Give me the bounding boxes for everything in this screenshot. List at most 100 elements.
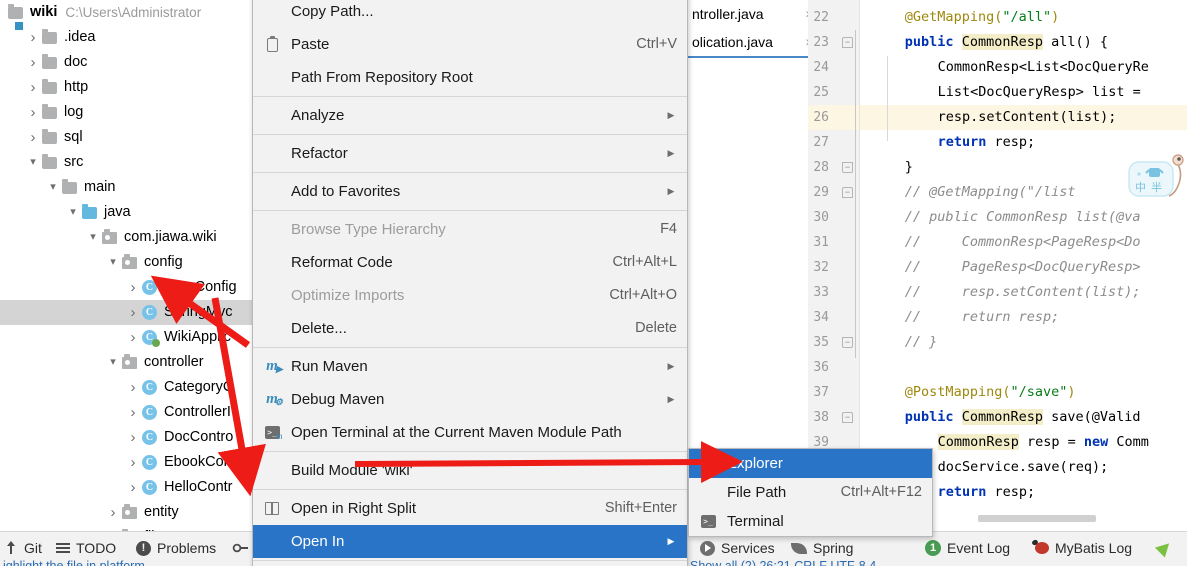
- tree-item-hellocontr[interactable]: › C HelloContr: [0, 475, 252, 500]
- tree-item-doccontro[interactable]: › C DocContro: [0, 425, 252, 450]
- code-line[interactable]: [872, 355, 905, 380]
- line-number: 23: [813, 35, 829, 50]
- tree-item-java[interactable]: ▾ java: [0, 200, 252, 225]
- context-menu[interactable]: Copy Path... Paste Ctrl+V Path From Reposit…: [252, 0, 688, 566]
- menu-item-reformat-code[interactable]: Reformat Code Ctrl+Alt+L: [253, 246, 687, 279]
- chevron-right-icon[interactable]: ›: [26, 75, 40, 100]
- menu-item-file-path[interactable]: File Path Ctrl+Alt+F12: [689, 478, 932, 507]
- menu-item-terminal[interactable]: >_ Terminal: [689, 507, 932, 536]
- code-line[interactable]: @PostMapping("/save"): [872, 380, 1076, 405]
- tree-item-controller[interactable]: ▾ controller: [0, 350, 252, 375]
- chevron-down-icon[interactable]: ▾: [26, 150, 40, 175]
- chevron-right-icon[interactable]: ›: [26, 125, 40, 150]
- tree-item-doc[interactable]: › doc: [0, 50, 252, 75]
- status-item-problems[interactable]: ! Problems: [136, 537, 216, 559]
- code-line[interactable]: @GetMapping("/all"): [872, 5, 1059, 30]
- tree-item-com-jiawa-wiki[interactable]: ▾ com.jiawa.wiki: [0, 225, 252, 250]
- menu-item-delete[interactable]: Delete... Delete: [253, 312, 687, 345]
- tree-item-controlleri[interactable]: › C ControllerI: [0, 400, 252, 425]
- menu-item-open-in[interactable]: Open In ▶: [253, 525, 687, 558]
- tree-item-ebookcon[interactable]: › C EbookCon: [0, 450, 252, 475]
- menu-item-open-in-right-split[interactable]: Open in Right Split Shift+Enter: [253, 492, 687, 525]
- tree-item-wikiapplic[interactable]: › C WikiApplic: [0, 325, 252, 350]
- fold-start-icon[interactable]: −: [842, 37, 853, 48]
- menu-item-paste[interactable]: Paste Ctrl+V: [253, 28, 687, 61]
- menu-item-analyze[interactable]: Analyze ▶: [253, 99, 687, 132]
- tree-item-springmvc[interactable]: › C SpringMvc: [0, 300, 252, 325]
- tree-item-log[interactable]: › log: [0, 100, 252, 125]
- code-line[interactable]: // resp.setContent(list);: [872, 280, 1141, 305]
- chevron-right-icon[interactable]: ›: [126, 400, 140, 425]
- status-item-services[interactable]: Services: [700, 537, 775, 559]
- code-line[interactable]: // return resp;: [872, 305, 1059, 330]
- code-line[interactable]: // CommonResp<PageResp<Do: [872, 230, 1141, 255]
- chevron-down-icon[interactable]: ▾: [46, 175, 60, 200]
- code-line[interactable]: // }: [872, 330, 938, 355]
- status-item-jrebel[interactable]: [1154, 537, 1175, 559]
- open-in-submenu[interactable]: Explorer File Path Ctrl+Alt+F12 >_ Terminal: [688, 448, 933, 537]
- chevron-right-icon[interactable]: ›: [126, 300, 140, 325]
- chevron-right-icon[interactable]: ›: [26, 25, 40, 50]
- menu-item-debug-maven[interactable]: m ⚙ Debug Maven ▶: [253, 383, 687, 416]
- fold-start-icon[interactable]: −: [842, 187, 853, 198]
- chevron-right-icon[interactable]: ›: [126, 450, 140, 475]
- menu-item-explorer[interactable]: Explorer: [689, 449, 932, 478]
- chevron-down-icon[interactable]: ▾: [106, 250, 120, 275]
- status-item-git[interactable]: Git: [6, 537, 42, 559]
- status-item-event-log[interactable]: 1 Event Log: [925, 537, 1010, 559]
- fold-start-icon[interactable]: −: [842, 412, 853, 423]
- code-line[interactable]: public CommonResp save(@Valid: [872, 405, 1141, 430]
- fold-end-icon[interactable]: −: [842, 162, 853, 173]
- menu-item-browse-type-hierarchy[interactable]: Browse Type Hierarchy F4: [253, 213, 687, 246]
- status-item-spring[interactable]: Spring: [791, 537, 853, 559]
- code-token: CommonResp: [961, 409, 1043, 425]
- menu-item-refactor[interactable]: Refactor ▶: [253, 137, 687, 170]
- code-line[interactable]: public CommonResp all() {: [872, 30, 1108, 55]
- menu-item-path-from-repository-root[interactable]: Path From Repository Root: [253, 61, 687, 94]
- module-icon: [6, 3, 25, 30]
- code-line[interactable]: CommonResp<List<DocQueryRe: [872, 55, 1149, 80]
- folder-icon: [40, 128, 59, 144]
- menu-item-open-terminal-at-the-current-maven-module-path[interactable]: >_ m Open Terminal at the Current Maven Mo…: [253, 416, 687, 449]
- tree-item-entity[interactable]: › entity: [0, 500, 252, 525]
- code-line[interactable]: List<DocQueryResp> list =: [872, 80, 1141, 105]
- chevron-right-icon[interactable]: ›: [126, 375, 140, 400]
- menu-item-add-to-favorites[interactable]: Add to Favorites ▶: [253, 175, 687, 208]
- chevron-right-icon[interactable]: ›: [106, 500, 120, 525]
- tree-item--idea[interactable]: › .idea: [0, 25, 252, 50]
- tree-item-sql[interactable]: › sql: [0, 125, 252, 150]
- code-line[interactable]: }: [872, 155, 913, 180]
- menu-item-copy-path[interactable]: Copy Path...: [253, 0, 687, 28]
- code-line[interactable]: // @GetMapping("/list: [872, 180, 1076, 205]
- chevron-down-icon[interactable]: ▾: [86, 225, 100, 250]
- chevron-right-icon[interactable]: ›: [126, 275, 140, 300]
- status-item-mybatis-log[interactable]: MyBatis Log: [1035, 537, 1132, 559]
- line-number: 26: [813, 110, 829, 125]
- chevron-right-icon[interactable]: ›: [126, 425, 140, 450]
- chevron-right-icon[interactable]: ›: [126, 325, 140, 350]
- horizontal-scrollbar-thumb[interactable]: [978, 515, 1096, 522]
- tree-item-src[interactable]: ▾ src: [0, 150, 252, 175]
- chevron-right-icon[interactable]: ›: [126, 475, 140, 500]
- tree-item-main[interactable]: ▾ main: [0, 175, 252, 200]
- code-line[interactable]: // public CommonResp list(@va: [872, 205, 1141, 230]
- code-line[interactable]: return resp;: [872, 130, 1036, 155]
- tree-item-config[interactable]: ▾ config: [0, 250, 252, 275]
- fold-end-icon[interactable]: −: [842, 337, 853, 348]
- chevron-down-icon[interactable]: ▾: [106, 350, 120, 375]
- status-item-todo[interactable]: TODO: [56, 537, 116, 559]
- tree-item-corsconfig[interactable]: › C CorsConfig: [0, 275, 252, 300]
- chevron-down-icon[interactable]: ▾: [66, 200, 80, 225]
- chevron-right-icon[interactable]: ›: [26, 50, 40, 75]
- project-tool-window[interactable]: wiki C:\Users\Administrator › .idea › doc › h…: [0, 0, 252, 531]
- status-item-extra-toggle[interactable]: [232, 537, 248, 559]
- chevron-right-icon[interactable]: ›: [26, 100, 40, 125]
- code-line[interactable]: // PageResp<DocQueryResp>: [872, 255, 1141, 280]
- code-line[interactable]: resp.setContent(list);: [872, 105, 1117, 130]
- tree-root-row[interactable]: wiki C:\Users\Administrator: [0, 0, 252, 30]
- tree-item-categoryc[interactable]: › C CategoryC: [0, 375, 252, 400]
- menu-item-build-module-wiki[interactable]: Build Module 'wiki': [253, 454, 687, 487]
- menu-item-optimize-imports[interactable]: Optimize Imports Ctrl+Alt+O: [253, 279, 687, 312]
- tree-item-http[interactable]: › http: [0, 75, 252, 100]
- menu-item-run-maven[interactable]: m ▶ Run Maven ▶: [253, 350, 687, 383]
